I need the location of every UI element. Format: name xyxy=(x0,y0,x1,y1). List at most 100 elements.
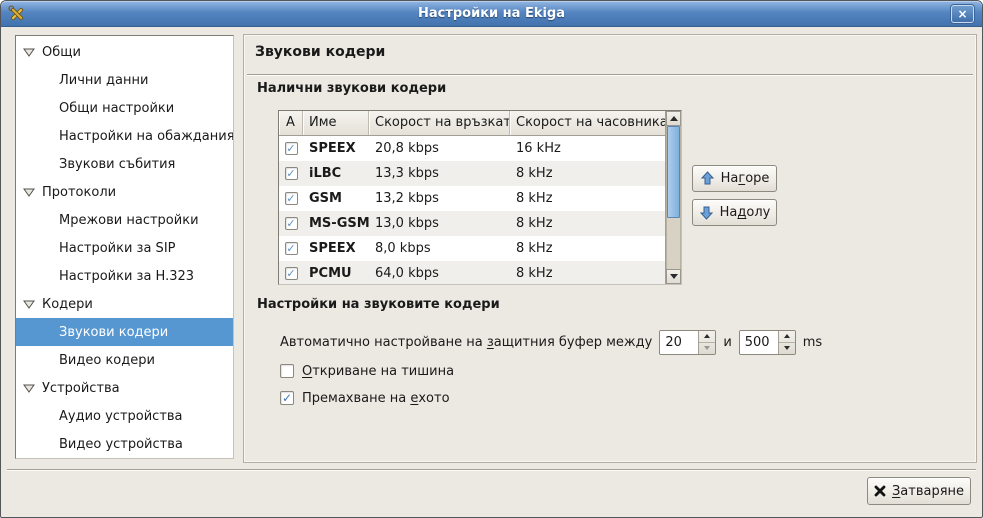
silence-detection-option[interactable]: Откриване на тишина xyxy=(280,363,454,379)
codec-clockrate: 8 kHz xyxy=(510,266,666,281)
sidebar-item-label: Звукови събития xyxy=(59,157,175,172)
expander-icon[interactable] xyxy=(23,299,35,309)
sidebar-item-obshti-nastroyki[interactable]: Общи настройки xyxy=(16,94,233,122)
close-x-icon xyxy=(874,485,886,497)
codec-row[interactable]: ✓ PCMU 64,0 kbps 8 kHz xyxy=(279,261,666,285)
sidebar-item-label: Общи настройки xyxy=(59,101,174,116)
sidebar-item-label: Настройки на обажданията xyxy=(59,129,234,144)
silence-detection-label: Откриване на тишина xyxy=(302,364,454,379)
sidebar-item-label: Мрежови настройки xyxy=(59,213,199,228)
codec-enabled-checkbox[interactable]: ✓ xyxy=(285,242,298,255)
jitter-unit-label: ms xyxy=(803,335,822,350)
codec-name: iLBC xyxy=(303,166,369,181)
down-triangle-icon xyxy=(784,346,790,350)
sidebar-item-label: Видео устройства xyxy=(59,437,183,452)
echo-cancellation-option[interactable]: ✓ Премахване на ехото xyxy=(280,390,450,406)
codec-clockrate: 16 kHz xyxy=(510,141,666,156)
codec-row[interactable]: ✓ MS-GSM 13,0 kbps 8 kHz xyxy=(279,211,666,236)
codec-clockrate: 8 kHz xyxy=(510,216,666,231)
silence-detection-checkbox[interactable] xyxy=(280,364,294,378)
sidebar-item-video-koderi[interactable]: Видео кодери xyxy=(16,346,233,374)
codec-enabled-checkbox[interactable]: ✓ xyxy=(285,267,298,280)
column-header-clockrate[interactable]: Скорост на часовника xyxy=(510,111,666,135)
preferences-tree: Общи Лични данни Общи настройки Настройк… xyxy=(15,35,234,459)
sidebar-item-zvukovi-sabitiya[interactable]: Звукови събития xyxy=(16,150,233,178)
sidebar-item-label: Видео кодери xyxy=(59,353,155,368)
check-icon: ✓ xyxy=(286,218,295,229)
codec-name: SPEEX xyxy=(303,241,369,256)
check-icon: ✓ xyxy=(282,392,292,404)
jitter-min-spin-buttons xyxy=(698,331,715,354)
codec-enabled-checkbox[interactable]: ✓ xyxy=(285,217,298,230)
column-header-active[interactable]: A xyxy=(279,111,303,135)
column-header-bitrate[interactable]: Скорост на връзката xyxy=(369,111,510,135)
down-triangle-icon xyxy=(670,274,678,279)
codec-enabled-checkbox[interactable]: ✓ xyxy=(285,142,298,155)
codec-enabled-cell: ✓ xyxy=(279,242,303,255)
scrollbar-track[interactable] xyxy=(666,126,681,269)
codec-bitrate: 13,3 kbps xyxy=(369,166,510,181)
spin-down-button[interactable] xyxy=(779,342,795,354)
move-down-label: Надолу xyxy=(720,205,771,220)
sidebar-item-lichni-danni[interactable]: Лични данни xyxy=(16,66,233,94)
codec-enabled-cell: ✓ xyxy=(279,167,303,180)
sidebar-item-ustroystva[interactable]: Устройства xyxy=(16,374,233,402)
sidebar-item-label: Звукови кодери xyxy=(59,325,168,340)
sidebar-item-mrezhovi-nastroyki[interactable]: Мрежови настройки xyxy=(16,206,233,234)
close-button[interactable]: Затваряне xyxy=(867,477,971,505)
sidebar-item-nastroyki-sip[interactable]: Настройки за SIP xyxy=(16,234,233,262)
echo-cancellation-label: Премахване на ехото xyxy=(302,391,450,406)
sidebar-item-protokoli[interactable]: Протоколи xyxy=(16,178,233,206)
move-up-button[interactable]: Нагоре xyxy=(692,165,777,192)
codec-bitrate: 13,0 kbps xyxy=(369,216,510,231)
scroll-down-button[interactable] xyxy=(666,269,681,284)
sidebar-item-video-ustroystva[interactable]: Видео устройства xyxy=(16,430,233,458)
sidebar-item-audio-ustroystva[interactable]: Аудио устройства xyxy=(16,402,233,430)
sidebar-item-nastroyki-h323[interactable]: Настройки за H.323 xyxy=(16,262,233,290)
sidebar-item-label: Устройства xyxy=(42,381,120,396)
codec-enabled-checkbox[interactable]: ✓ xyxy=(285,192,298,205)
sidebar-item-nastroyki-obazhdaniya[interactable]: Настройки на обажданията xyxy=(16,122,233,150)
codec-table-body: ✓ SPEEX 20,8 kbps 16 kHz ✓ iLBC 13,3 kbp… xyxy=(279,136,666,285)
window-close-button[interactable]: × xyxy=(951,5,974,23)
sidebar-item-koderi[interactable]: Кодери xyxy=(16,290,233,318)
jitter-max-input[interactable] xyxy=(740,331,778,354)
codec-enabled-checkbox[interactable]: ✓ xyxy=(285,167,298,180)
codec-row[interactable]: ✓ GSM 13,2 kbps 8 kHz xyxy=(279,186,666,211)
jitter-min-input[interactable] xyxy=(660,331,698,354)
scroll-up-button[interactable] xyxy=(666,111,681,126)
spin-down-button[interactable] xyxy=(699,342,715,354)
expander-icon[interactable] xyxy=(23,47,35,57)
jitter-and-label: и xyxy=(723,335,731,350)
page-title: Звукови кодери xyxy=(255,44,385,60)
expander-icon[interactable] xyxy=(23,383,35,393)
sidebar-item-label: Кодери xyxy=(42,297,93,312)
jitter-buffer-row: Автоматично настройване на защитния буфе… xyxy=(280,329,822,355)
sidebar-item-obshti[interactable]: Общи xyxy=(16,38,233,66)
echo-cancellation-checkbox[interactable]: ✓ xyxy=(280,391,294,405)
column-header-name[interactable]: Име xyxy=(303,111,369,135)
table-scrollbar[interactable] xyxy=(665,111,681,284)
move-down-button[interactable]: Надолу xyxy=(692,199,777,226)
codec-enabled-cell: ✓ xyxy=(279,142,303,155)
expander-icon[interactable] xyxy=(23,187,35,197)
codec-bitrate: 20,8 kbps xyxy=(369,141,510,156)
codec-row[interactable]: ✓ SPEEX 8,0 kbps 8 kHz xyxy=(279,236,666,261)
codec-row[interactable]: ✓ SPEEX 20,8 kbps 16 kHz xyxy=(279,136,666,161)
sidebar-item-label: Аудио устройства xyxy=(59,409,183,424)
sidebar-item-label: Настройки за H.323 xyxy=(59,269,194,284)
scrollbar-thumb[interactable] xyxy=(667,126,680,218)
sidebar-item-zvukovi-koderi[interactable]: Звукови кодери xyxy=(16,318,233,346)
jitter-label: Автоматично настройване на защитния буфе… xyxy=(280,335,652,350)
spin-up-button[interactable] xyxy=(779,331,795,342)
codec-row[interactable]: ✓ iLBC 13,3 kbps 8 kHz xyxy=(279,161,666,186)
codec-enabled-cell: ✓ xyxy=(279,267,303,280)
spin-up-button[interactable] xyxy=(699,331,715,342)
window-title: Настройки на Ekiga xyxy=(1,6,982,21)
codec-enabled-cell: ✓ xyxy=(279,217,303,230)
titlebar[interactable]: Настройки на Ekiga × xyxy=(1,1,982,27)
codecs-section-title: Налични звукови кодери xyxy=(257,81,446,96)
title-separator xyxy=(247,74,973,76)
sidebar-item-label: Общи xyxy=(42,45,81,60)
check-icon: ✓ xyxy=(286,243,295,254)
